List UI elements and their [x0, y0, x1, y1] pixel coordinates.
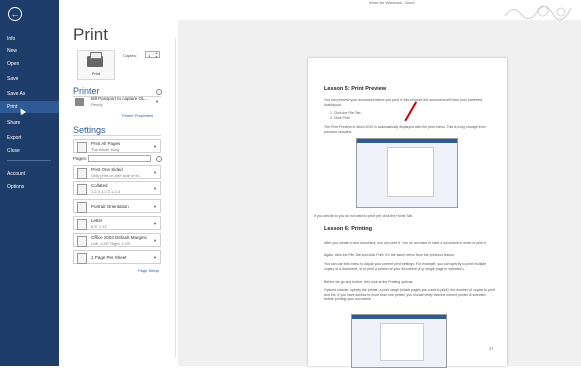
- setting-title: Letter: [91, 218, 103, 223]
- chevron-down-icon: ▼: [153, 255, 157, 260]
- settings-heading: Settings: [73, 125, 106, 135]
- doc-screenshot-image: [356, 138, 458, 208]
- setting-title: Print All Pages: [91, 141, 121, 146]
- print-range-select[interactable]: Print All Pages The whole thing ▼: [73, 139, 161, 153]
- setting-sub: Left: 1.25" Right: 1.25": [91, 241, 131, 246]
- settings-divider: [73, 135, 161, 136]
- page-setup-link[interactable]: Page Setup: [138, 268, 159, 273]
- screenshot-panel: [380, 323, 425, 362]
- panel-divider: [175, 38, 176, 358]
- printer-small-icon: [75, 98, 84, 106]
- sides-select[interactable]: Print One Sided Only print on one side o…: [73, 165, 161, 179]
- setting-title: Collated: [91, 183, 108, 188]
- pages-input[interactable]: [88, 155, 151, 162]
- chevron-down-icon: ▼: [153, 238, 157, 243]
- doc-paragraph: You can preview your document before you…: [324, 98, 483, 107]
- doc-screenshot-image: [351, 314, 447, 368]
- nav-item-account[interactable]: Account: [0, 168, 59, 180]
- pages-per-sheet-select[interactable]: 1 Page Per Sheet ▼: [73, 250, 161, 264]
- collation-select[interactable]: Collated 1,2,3 1,2,3 1,2,3 ▼: [73, 181, 161, 195]
- pages-label: Pages:: [73, 156, 88, 161]
- info-icon[interactable]: i: [156, 89, 162, 95]
- one-sided-icon: [77, 168, 87, 179]
- collated-icon: [77, 184, 87, 195]
- doc-paragraph: Before we go any further, let's look at …: [324, 280, 414, 284]
- doc-paragraph: The Print Preview in Word 2010 is automa…: [324, 125, 486, 134]
- page-number: 27: [489, 346, 494, 351]
- print-button-label: Print: [91, 71, 101, 76]
- orientation-select[interactable]: Portrait Orientation ▼: [73, 199, 161, 213]
- doc-paragraph: After you create a new document, you can…: [324, 241, 487, 245]
- setting-title: Print One Sided: [91, 167, 123, 172]
- doc-step: 2. Click Print: [330, 116, 350, 120]
- paper-icon: [77, 219, 87, 230]
- preview-page: Lesson 5: Print Preview You can preview …: [308, 58, 507, 368]
- printer-select[interactable]: Bill Passport to capture OL... Ready ▼: [73, 96, 161, 110]
- portrait-icon: [77, 202, 87, 213]
- setting-sub: The whole thing: [91, 147, 120, 152]
- doc-paragraph: You can use this menu to adjust your cur…: [324, 262, 487, 271]
- nav-item-info[interactable]: Info: [0, 33, 59, 45]
- nav-item-save-as[interactable]: Save As: [0, 88, 59, 100]
- chevron-down-icon: ▼: [153, 186, 157, 191]
- nav-item-export[interactable]: Export: [0, 132, 59, 144]
- setting-sub: Only print on one side of th...: [91, 173, 143, 178]
- nav-item-close[interactable]: Close: [0, 145, 59, 157]
- nav-item-options[interactable]: Options: [0, 181, 59, 193]
- decorative-pattern-icon: [504, 5, 572, 21]
- setting-title: 1 Page Per Sheet: [91, 255, 127, 260]
- nav-item-new[interactable]: New: [0, 45, 59, 57]
- nav-divider: [7, 160, 51, 161]
- setting-title: Office 2003 Default Margins: [91, 235, 147, 240]
- chevron-down-icon: ▼: [153, 144, 157, 149]
- nav-item-print[interactable]: Print: [0, 101, 59, 113]
- screenshot-ribbon: [357, 139, 457, 143]
- back-arrow-icon[interactable]: ←: [8, 7, 22, 21]
- printer-heading: Printer: [73, 86, 100, 96]
- chevron-down-icon: ▼: [153, 221, 157, 226]
- printer-status: Ready: [91, 102, 103, 107]
- doc-heading-lesson6: Lesson 6: Printing: [324, 226, 372, 232]
- spinner-arrows-icon[interactable]: ▲ ▼: [155, 51, 158, 59]
- doc-paragraph: If you decide to you do not want to prin…: [314, 214, 414, 218]
- doc-step: 1. Click the File Tab.: [330, 111, 362, 115]
- copies-input[interactable]: 1 ▲ ▼: [145, 51, 160, 58]
- margins-select[interactable]: Office 2003 Default Margins Left: 1.25" …: [73, 233, 161, 247]
- nav-item-save[interactable]: Save: [0, 73, 59, 85]
- screenshot-ribbon: [352, 315, 446, 319]
- pages-icon: [77, 142, 87, 153]
- chevron-down-icon: ▼: [155, 99, 159, 104]
- printer-name: Bill Passport to capture OL...: [91, 96, 149, 101]
- screenshot-page: [387, 147, 434, 197]
- copies-label: Copies:: [123, 53, 137, 58]
- doc-paragraph: Again, click the File Tab and click Prin…: [324, 253, 455, 257]
- paper-size-select[interactable]: Letter 8.5" x 11" ▼: [73, 216, 161, 230]
- margins-icon: [77, 236, 87, 247]
- chevron-down-icon: ▼: [153, 170, 157, 175]
- chevron-down-icon: ▼: [153, 204, 157, 209]
- setting-sub: 1,2,3 1,2,3 1,2,3: [91, 189, 120, 194]
- page-per-sheet-icon: [77, 253, 87, 264]
- doc-heading-lesson5: Lesson 5: Print Preview: [324, 86, 387, 92]
- info-icon[interactable]: i: [156, 156, 162, 162]
- printer-properties-link[interactable]: Printer Properties: [122, 113, 153, 118]
- print-button[interactable]: Print: [77, 50, 115, 80]
- printer-icon: [87, 52, 103, 67]
- nav-item-open[interactable]: Open: [0, 58, 59, 70]
- setting-title: Portrait Orientation: [91, 204, 129, 209]
- doc-paragraph: Options include: specify the printer, a …: [324, 288, 495, 301]
- nav-item-share[interactable]: Share: [0, 117, 59, 129]
- setting-sub: 8.5" x 11": [91, 224, 108, 229]
- backstage-nav: ← Info New Open Save Save As Print Share…: [0, 0, 59, 366]
- copies-value: 1: [148, 53, 151, 58]
- page-title: Print: [73, 25, 108, 44]
- window-title: Word for Windows - Word: [369, 0, 415, 5]
